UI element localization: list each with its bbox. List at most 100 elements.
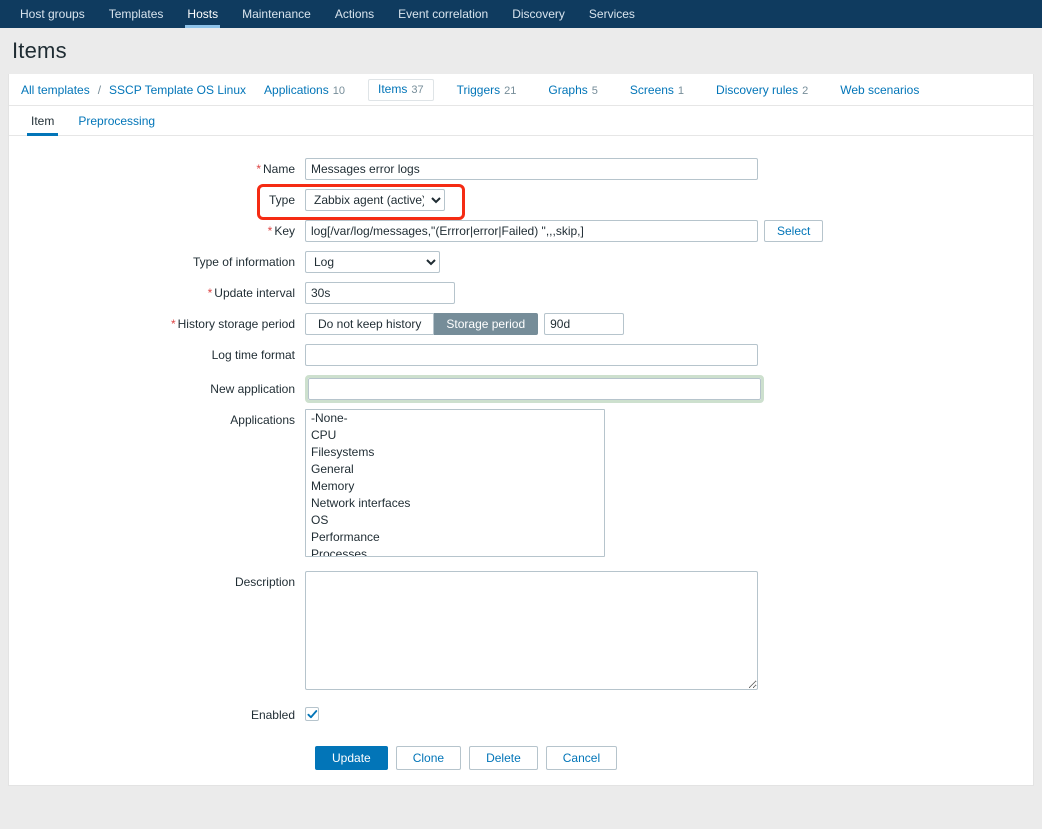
breadcrumb-tab-applications[interactable]: Applications 10 [255,80,354,100]
form-row-type-of-information: Type of information Log [9,251,1033,273]
breadcrumb: All templates / SSCP Template OS Linux A… [9,74,1033,106]
nav-item-label: Hosts [187,7,219,21]
history-storage-period-input[interactable] [544,313,625,335]
nav-item-label: Templates [108,7,164,21]
list-item[interactable]: Performance [306,529,604,546]
label-text: Description [234,575,295,589]
clone-button[interactable]: Clone [395,746,462,770]
nav-item-label: Discovery [512,7,565,21]
enabled-checkbox[interactable] [305,707,319,721]
required-marker: * [207,286,213,300]
required-marker: * [267,224,273,238]
nav-item-host-groups[interactable]: Host groups [8,0,97,28]
nav-item-actions[interactable]: Actions [323,0,386,28]
description-label: Description [9,571,305,593]
form-row-name: * Name [9,158,1033,180]
nav-item-label: Event correlation [398,7,489,21]
list-item[interactable]: Network interfaces [306,495,604,512]
tab-count: 2 [802,84,809,97]
page-title: Items [12,38,67,63]
tab-count: 10 [332,84,345,97]
form-row-history-storage-period: * History storage period Do not keep hist… [9,313,1033,335]
list-item[interactable]: OS [306,512,604,529]
tab-label: Item [31,113,55,128]
list-item[interactable]: Memory [306,478,604,495]
tab-count: 5 [591,84,598,97]
tab-count: 1 [677,84,685,97]
tab-label: Web scenarios [840,82,920,97]
tab-count: 37 [411,83,424,96]
list-item[interactable]: Processes [306,546,604,556]
label-text: Log time format [211,348,295,362]
form-action-buttons: Update Clone Delete Cancel [315,746,1033,770]
top-navigation-bar: Host groups Templates Hosts Maintenance … [0,0,1042,28]
nav-item-label: Maintenance [242,7,311,21]
label-text: Name [262,162,295,176]
label-text: Update interval [214,286,295,300]
form-row-type: Type Zabbix agent (active) [9,189,1033,211]
nav-item-templates[interactable]: Templates [97,0,176,28]
nav-item-event-correlation[interactable]: Event correlation [386,0,500,28]
history-option-do-not-keep[interactable]: Do not keep history [305,313,435,335]
list-item[interactable]: CPU [306,427,604,444]
nav-item-label: Actions [334,7,375,21]
name-input[interactable] [305,158,758,180]
history-mode-toggle: Do not keep history Storage period [305,313,539,335]
update-interval-label: * Update interval [9,282,305,304]
label-text: Applications [230,413,295,427]
breadcrumb-tab-graphs[interactable]: Graphs 5 [539,80,606,100]
type-label: Type [9,189,305,211]
nav-item-hosts[interactable]: Hosts [175,0,230,28]
breadcrumb-tab-triggers[interactable]: Triggers 21 [448,80,526,100]
type-select[interactable]: Zabbix agent (active) [305,189,445,211]
tab-label: Graphs [548,82,588,97]
delete-button[interactable]: Delete [469,746,538,770]
breadcrumb-separator: / [97,82,102,97]
applications-listbox[interactable]: -None- CPU Filesystems General Memory Ne… [305,409,605,557]
tab-item[interactable]: Item [19,106,66,136]
update-interval-input[interactable] [305,282,455,304]
type-of-information-select[interactable]: Log [305,251,440,273]
key-input[interactable] [305,220,758,242]
required-marker: * [256,162,261,176]
tab-label: Items [377,81,408,96]
breadcrumb-tab-items[interactable]: Items 37 [367,78,434,101]
list-item[interactable]: Filesystems [306,444,604,461]
label-text: History storage period [177,317,295,331]
enabled-label: Enabled [9,704,305,726]
new-application-focus-ring [305,375,764,403]
cancel-button[interactable]: Cancel [545,746,618,770]
nav-item-maintenance[interactable]: Maintenance [230,0,323,28]
history-option-storage-period[interactable]: Storage period [434,313,539,335]
nav-item-discovery[interactable]: Discovery [500,0,577,28]
breadcrumb-tab-discovery-rules[interactable]: Discovery rules 2 [707,80,817,100]
new-application-input[interactable] [308,378,761,400]
breadcrumb-tab-web-scenarios[interactable]: Web scenarios [831,80,932,100]
update-button[interactable]: Update [315,746,388,770]
breadcrumb-template-name[interactable]: SSCP Template OS Linux [107,83,248,97]
key-select-button[interactable]: Select [764,220,824,242]
form-row-update-interval: * Update interval [9,282,1033,304]
item-form: *Name Type Zabbix agent (active) *Key [9,136,1033,770]
form-row-key: *Key Select [9,220,1033,242]
nav-item-label: Host groups [20,7,85,21]
form-row-description: Description [9,571,1033,690]
list-item[interactable]: General [306,461,604,478]
label-text: Type of information [192,255,295,269]
tab-label: Preprocessing [78,113,156,128]
description-textarea[interactable] [305,571,758,690]
breadcrumb-tab-screens[interactable]: Screens 1 [621,80,693,100]
log-time-format-label: Log time format [9,344,305,366]
list-item[interactable]: -None- [306,410,604,427]
tab-label: Discovery rules [716,82,799,97]
log-time-format-input[interactable] [305,344,758,366]
label-text: Enabled [250,708,295,722]
tab-preprocessing[interactable]: Preprocessing [66,106,167,135]
nav-item-services[interactable]: Services [577,0,647,28]
breadcrumb-all-templates[interactable]: All templates [19,83,92,97]
form-row-applications: Applications -None- CPU Filesystems Gene… [9,409,1033,557]
label-text: New application [210,382,295,396]
form-row-log-time-format: Log time format [9,344,1033,366]
label-text: Type [268,193,295,207]
form-row-new-application: New application [9,375,1033,403]
